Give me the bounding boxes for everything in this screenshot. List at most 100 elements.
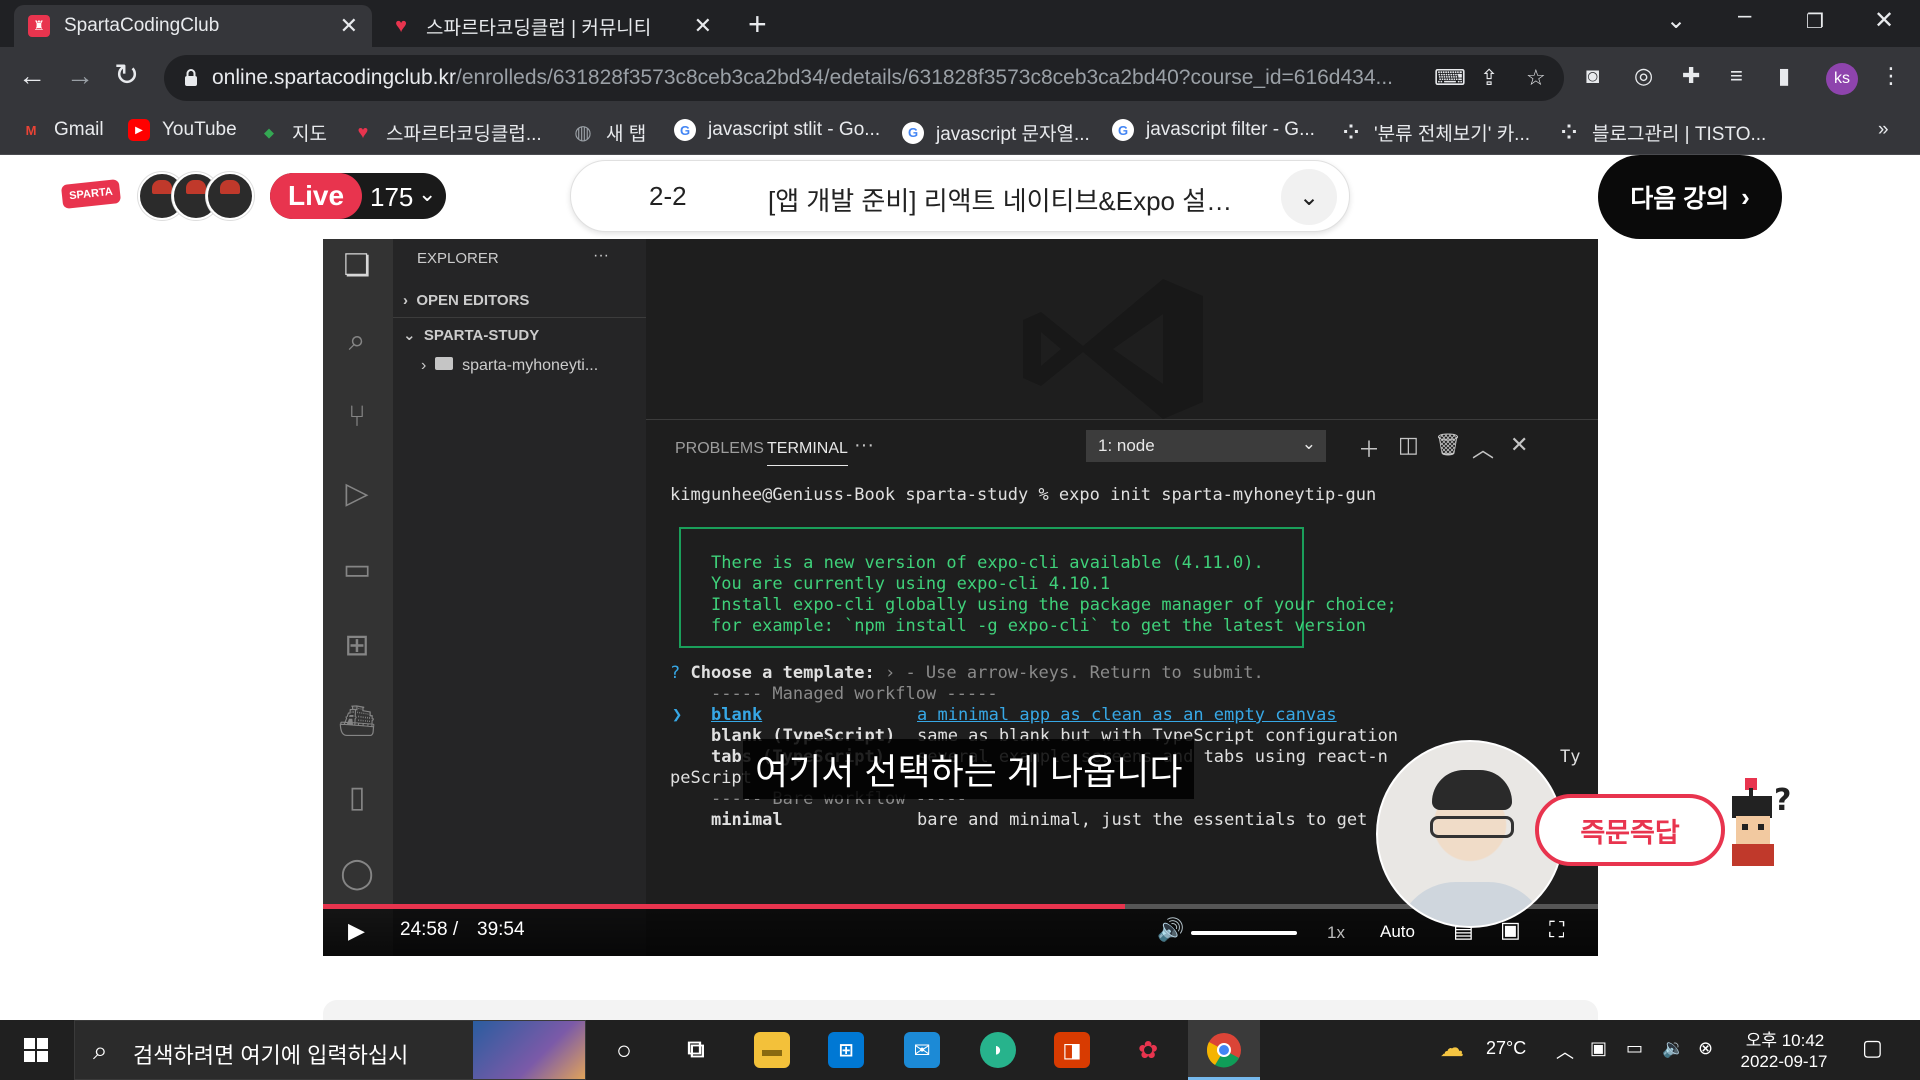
mail-icon[interactable]: ✉ xyxy=(904,1032,940,1068)
windows-start-icon[interactable] xyxy=(24,1038,48,1062)
extension-circle-icon[interactable]: ◎ xyxy=(1634,63,1653,89)
cortana-icon[interactable]: ○ xyxy=(606,1032,642,1068)
option-name: blank xyxy=(711,705,763,725)
source-control-icon: ⑂ xyxy=(348,400,366,433)
next-lecture-label: 다음 강의 xyxy=(1630,185,1730,213)
office-icon[interactable]: ◨ xyxy=(1054,1032,1090,1068)
qa-bubble[interactable]: 즉문즉답 xyxy=(1535,794,1725,866)
chrome-icon xyxy=(1206,1033,1241,1068)
bookmarks-overflow-icon[interactable]: » xyxy=(1878,119,1889,141)
bookmark-youtube[interactable]: ▶ YouTube xyxy=(128,119,237,141)
close-window-icon[interactable]: ✕ xyxy=(1874,6,1894,35)
fullscreen-icon[interactable]: ⛶ xyxy=(1549,917,1564,943)
tab-title: SpartaCodingClub xyxy=(64,15,220,36)
managed-workflow-header: ----- Managed workflow ----- xyxy=(711,684,998,704)
bookmark-new-tab[interactable]: ◍ 새 탭 xyxy=(572,119,646,146)
tab-spartacodingclub[interactable]: ♜ SpartaCodingClub ✕ xyxy=(14,5,372,47)
option-desc: a minimal app as clean as an empty canva… xyxy=(917,705,1337,725)
volume-icon[interactable]: 🔊 xyxy=(1157,917,1184,943)
tab-community[interactable]: ♥ 스파르타코딩클럽 | 커뮤니티 ✕ xyxy=(376,5,726,47)
qa-widget[interactable]: 즉문즉답 ? xyxy=(1535,760,1815,870)
bookmark-gmail[interactable]: M Gmail xyxy=(20,119,104,141)
chrome-taskbar-button[interactable] xyxy=(1188,1020,1260,1080)
bookmark-tistory-1[interactable]: ⁘ '분류 전체보기' 카... xyxy=(1340,119,1530,146)
playback-speed[interactable]: 1x xyxy=(1327,923,1345,943)
back-icon[interactable]: ← xyxy=(18,60,46,92)
reload-icon[interactable]: ↻ xyxy=(114,60,139,92)
chevron-down-icon: ⌄ xyxy=(1301,434,1316,453)
current-time: 24:58 / xyxy=(400,919,459,940)
bookmark-google-3[interactable]: G javascript filter - G... xyxy=(1112,119,1315,141)
new-tab-button[interactable]: + xyxy=(748,8,767,40)
close-tab-icon[interactable]: ✕ xyxy=(694,13,712,39)
volume-tray-icon[interactable]: 🔉 xyxy=(1662,1038,1684,1059)
bookmark-tistory-2[interactable]: ⁘ 블로그관리 | TISTO... xyxy=(1558,119,1767,146)
next-lecture-button[interactable]: 다음 강의 › xyxy=(1598,155,1782,239)
bookmark-sparta[interactable]: ♥ 스파르타코딩클럽... xyxy=(352,119,542,146)
side-panel-icon[interactable]: ▮ xyxy=(1778,63,1790,89)
clock-date[interactable]: 2022-09-17 xyxy=(1732,1052,1836,1072)
app-icon[interactable]: ◗ xyxy=(980,1032,1016,1068)
maps-icon: ◆ xyxy=(264,124,274,140)
workspace-label: SPARTA-STUDY xyxy=(423,327,540,344)
option-desc: bare and minimal, just the essentials to… xyxy=(917,810,1368,830)
url-text[interactable]: online.spartacodingclub.kr/enrolleds/631… xyxy=(212,66,1402,90)
weather-icon[interactable]: ☁ xyxy=(1440,1034,1464,1063)
media-control-icon[interactable]: ≡ xyxy=(1730,63,1743,89)
folder-icon xyxy=(435,357,454,370)
network-icon[interactable]: ▭ xyxy=(1626,1038,1643,1059)
url-path: /enrolleds/631828f3573c8ceb3ca2bd34/edet… xyxy=(455,66,1394,89)
file-explorer-icon[interactable]: ▬ xyxy=(754,1032,790,1068)
search-icon: ⌕ xyxy=(93,1035,108,1065)
play-icon[interactable]: ▶ xyxy=(348,918,365,944)
restore-icon[interactable]: ❐ xyxy=(1806,9,1824,34)
chrome-menu-icon[interactable]: ⋮ xyxy=(1880,63,1902,89)
terminal-select-value: 1: node xyxy=(1098,436,1155,455)
bookmark-maps[interactable]: ◆ 지도 xyxy=(258,119,327,146)
google-icon: G xyxy=(902,121,924,144)
microsoft-store-icon[interactable]: ⊞ xyxy=(828,1032,864,1068)
svg-text:?: ? xyxy=(1774,783,1791,818)
bookmark-google-2[interactable]: G javascript 문자열... xyxy=(902,119,1090,146)
live-count: 175 xyxy=(370,182,414,212)
forward-icon[interactable]: → xyxy=(66,60,94,92)
share-icon[interactable]: ⇪ xyxy=(1480,65,1498,91)
close-tab-icon[interactable]: ✕ xyxy=(340,13,358,39)
extensions-puzzle-icon[interactable]: ✚ xyxy=(1682,63,1700,89)
tab-search-icon[interactable]: ⌄ xyxy=(1666,6,1686,35)
address-bar[interactable]: online.spartacodingclub.kr/enrolleds/631… xyxy=(164,55,1564,101)
new-terminal-icon: ＋ xyxy=(1358,437,1381,462)
tab-problems: PROBLEMS xyxy=(675,440,764,457)
tray-overflow-icon[interactable]: ︿ xyxy=(1556,1038,1574,1064)
bookmark-google-1[interactable]: G javascript stlit - Go... xyxy=(674,119,880,141)
screenshot-extension-icon[interactable]: ◙ xyxy=(1586,63,1599,89)
sparta-logo[interactable]: SPARTA xyxy=(60,179,122,209)
browser-toolbar: ← → ↻ online.spartacodingclub.kr/enrolle… xyxy=(0,47,1920,109)
search-placeholder: 검색하려면 여기에 입력하십시 xyxy=(133,1043,409,1068)
notice-line: You are currently using expo-cli 4.10.1 xyxy=(711,574,1111,594)
notification-off-icon[interactable]: ⊗ xyxy=(1698,1038,1713,1059)
translate-icon[interactable]: ⌨ xyxy=(1434,65,1466,91)
volume-slider[interactable] xyxy=(1191,931,1297,935)
lecture-selector[interactable]: 2-2 [앱 개발 준비] 리액트 네이티브&Expo 설… ⌄ xyxy=(570,160,1350,232)
clock-time[interactable]: 오후 10:42 xyxy=(1740,1026,1830,1051)
bookmark-label: YouTube xyxy=(162,119,237,140)
workspace-row: ⌄ SPARTA-STUDY xyxy=(403,326,539,344)
minimize-icon[interactable]: – xyxy=(1738,2,1751,30)
windows-search-box[interactable]: ⌕ 검색하려면 여기에 입력하십시 xyxy=(74,1020,586,1080)
profile-avatar[interactable]: ks xyxy=(1826,63,1858,95)
meet-now-icon[interactable]: ▣ xyxy=(1590,1038,1607,1059)
weather-temperature[interactable]: 27°C xyxy=(1486,1038,1526,1059)
selection-pointer-icon: ❯ xyxy=(672,705,683,725)
sparta-app-icon[interactable]: ✿ xyxy=(1130,1032,1166,1068)
chevron-right-icon: › xyxy=(421,357,427,374)
vscode-activity-bar: ❏ ⌕ ⑂ ▷ ▭ ⊞ ⛴ ▯ ◯ xyxy=(323,239,393,956)
bookmark-star-icon[interactable]: ☆ xyxy=(1526,65,1546,91)
chevron-down-icon[interactable]: ⌄ xyxy=(1281,169,1337,225)
tab-terminal: TERMINAL xyxy=(767,440,848,466)
webcam-hair xyxy=(1432,770,1512,810)
action-center-icon[interactable]: ▢ xyxy=(1862,1035,1883,1061)
live-viewers-pill[interactable]: Live 175 ⌄ xyxy=(270,173,446,219)
task-view-icon[interactable]: ⧉ xyxy=(678,1032,714,1068)
notice-line: for example: `npm install -g expo-cli` t… xyxy=(711,616,1367,636)
